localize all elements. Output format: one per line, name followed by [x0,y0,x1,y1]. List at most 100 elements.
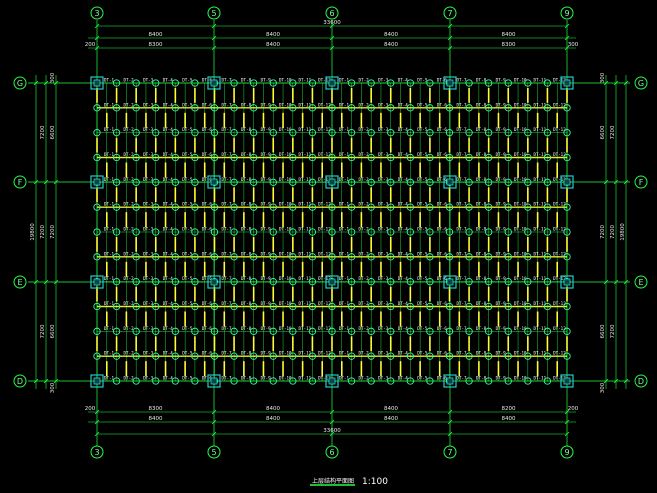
beam-code-label: DT-1 [339,127,350,132]
beam-code-label: DT-4 [398,127,409,132]
beam-code-label: DT-7 [221,177,232,182]
beam-code-label: DT-2 [359,276,370,281]
beam-code-label: DT-4 [163,78,174,83]
beam-code-label: DT-8 [241,102,252,107]
dim-top-span: 8400 [266,32,280,38]
beam-code-label: DT-8 [476,227,487,232]
beam-code-label: DT-5 [417,351,428,356]
beam-code-label: DT-2 [359,227,370,232]
beam-code-label: DT-9 [261,251,272,256]
beam-code-label: DT-3 [378,227,389,232]
beam-code-label: DT-6 [437,102,448,107]
beam-code-label: DT-6 [202,102,213,107]
axis-bubble-right-F: F [639,178,644,187]
beam-code-label: DT-7 [456,251,467,256]
column-core [328,178,336,186]
beam-code-label: DT-3 [143,177,154,182]
beam-code-label: DT-3 [143,276,154,281]
beam-code-label: DT-5 [417,202,428,207]
beam-code-label: DT-7 [221,276,232,281]
column-core [328,377,336,385]
beam-code-label: DT-6 [437,202,448,207]
beam-code-label: DT-6 [437,301,448,306]
beam-code-label: DT-6 [202,227,213,232]
beam-code-label: DT-7 [221,102,232,107]
beam-code-label: DT-9 [261,78,272,83]
beam-code-label: DT-7 [456,127,467,132]
beam-code-label: DT-4 [398,227,409,232]
beam-code-label: DT-5 [182,102,193,107]
drawing-title: 上层结构平面图 [312,477,354,485]
beam-code-label: DT-3 [378,202,389,207]
beam-code-label: DT-8 [241,127,252,132]
column-core [446,178,454,186]
beam-code-label: DT-3 [378,326,389,331]
beam-code-label: DT-6 [437,152,448,157]
beam-code-label: DT-9 [496,78,507,83]
dim-top-inner-span: 8400 [266,42,280,48]
beam-code-label: DT-2 [124,102,135,107]
beam-code-label: DT-9 [261,276,272,281]
beam-code-label: DT-9 [496,202,507,207]
dim-left-total: 19800 [30,223,36,241]
beam-code-label: DT-5 [417,127,428,132]
beam-code-label: DT-4 [163,276,174,281]
dim-left-edge-bottom: 300 [50,382,56,393]
beam-code-label: DT-5 [417,102,428,107]
beam-code-label: DT-7 [221,202,232,207]
beam-code-label: DT-7 [221,127,232,132]
column-core [93,377,101,385]
beam-code-label: DT-3 [143,351,154,356]
beam-code-label: DT-2 [359,152,370,157]
beam-code-label: DT-6 [437,127,448,132]
dim-top-edge-left: 200 [85,42,96,48]
beam-code-label: DT-3 [143,376,154,381]
beam-code-label: DT-3 [143,202,154,207]
beam-code-label: DT-7 [456,78,467,83]
beam-code-label: DT-9 [496,227,507,232]
dim-left-inner: 6600 [50,125,56,139]
beam-code-label: DT-3 [143,301,154,306]
beam-code-label: DT-6 [437,326,448,331]
beam-code-label: DT-5 [182,152,193,157]
beam-code-label: DT-5 [417,326,428,331]
column-core [210,79,218,87]
beam-code-label: DT-9 [496,127,507,132]
beam-code-label: DT-5 [182,127,193,132]
beam-code-label: DT-4 [398,351,409,356]
beam-code-label: DT-4 [163,177,174,182]
beam-code-label: DT-2 [124,376,135,381]
beam-code-label: DT-6 [437,227,448,232]
beam-code-label: DT-7 [456,351,467,356]
cad-drawing-canvas[interactable]: 33600 8400 8300 8400 8400 8400 8400 8400 8300 200… [0,0,657,493]
beam-code-label: DT-2 [359,376,370,381]
beam-code-label: DT-5 [417,227,428,232]
axis-bubble-top-9: 9 [564,9,569,18]
dim-bottom-total: 33600 [323,428,341,434]
beam-code-label: DT-1 [339,301,350,306]
beam-code-label: DT-8 [241,227,252,232]
beam-code-label: DT-4 [163,326,174,331]
beam-code-label: DT-1 [104,127,115,132]
axis-bubble-top-7: 7 [447,9,452,18]
beam-code-label: DT-3 [378,351,389,356]
beam-code-label: DT-9 [261,301,272,306]
beam-code-label: DT-8 [241,202,252,207]
dim-left-outer: 7200 [40,225,46,239]
beam-code-label: DT-9 [261,326,272,331]
beam-code-label: DT-9 [261,227,272,232]
axis-bubble-top-6: 6 [329,9,334,18]
beam-code-label: DT-9 [496,102,507,107]
beam-code-label: DT-8 [476,376,487,381]
beam-code-label: DT-1 [339,326,350,331]
beam-code-label: DT-4 [163,202,174,207]
dim-right-outer: 7200 [610,225,616,239]
beam-code-label: DT-1 [339,276,350,281]
dim-left-edge-top: 300 [50,72,56,83]
beam-code-label: DT-9 [496,276,507,281]
beam-code-label: DT-7 [456,227,467,232]
beam-code-label: DT-7 [221,251,232,256]
beam-code-label: DT-5 [182,301,193,306]
beam-code-label: DT-2 [359,202,370,207]
beam-code-label: DT-1 [104,376,115,381]
